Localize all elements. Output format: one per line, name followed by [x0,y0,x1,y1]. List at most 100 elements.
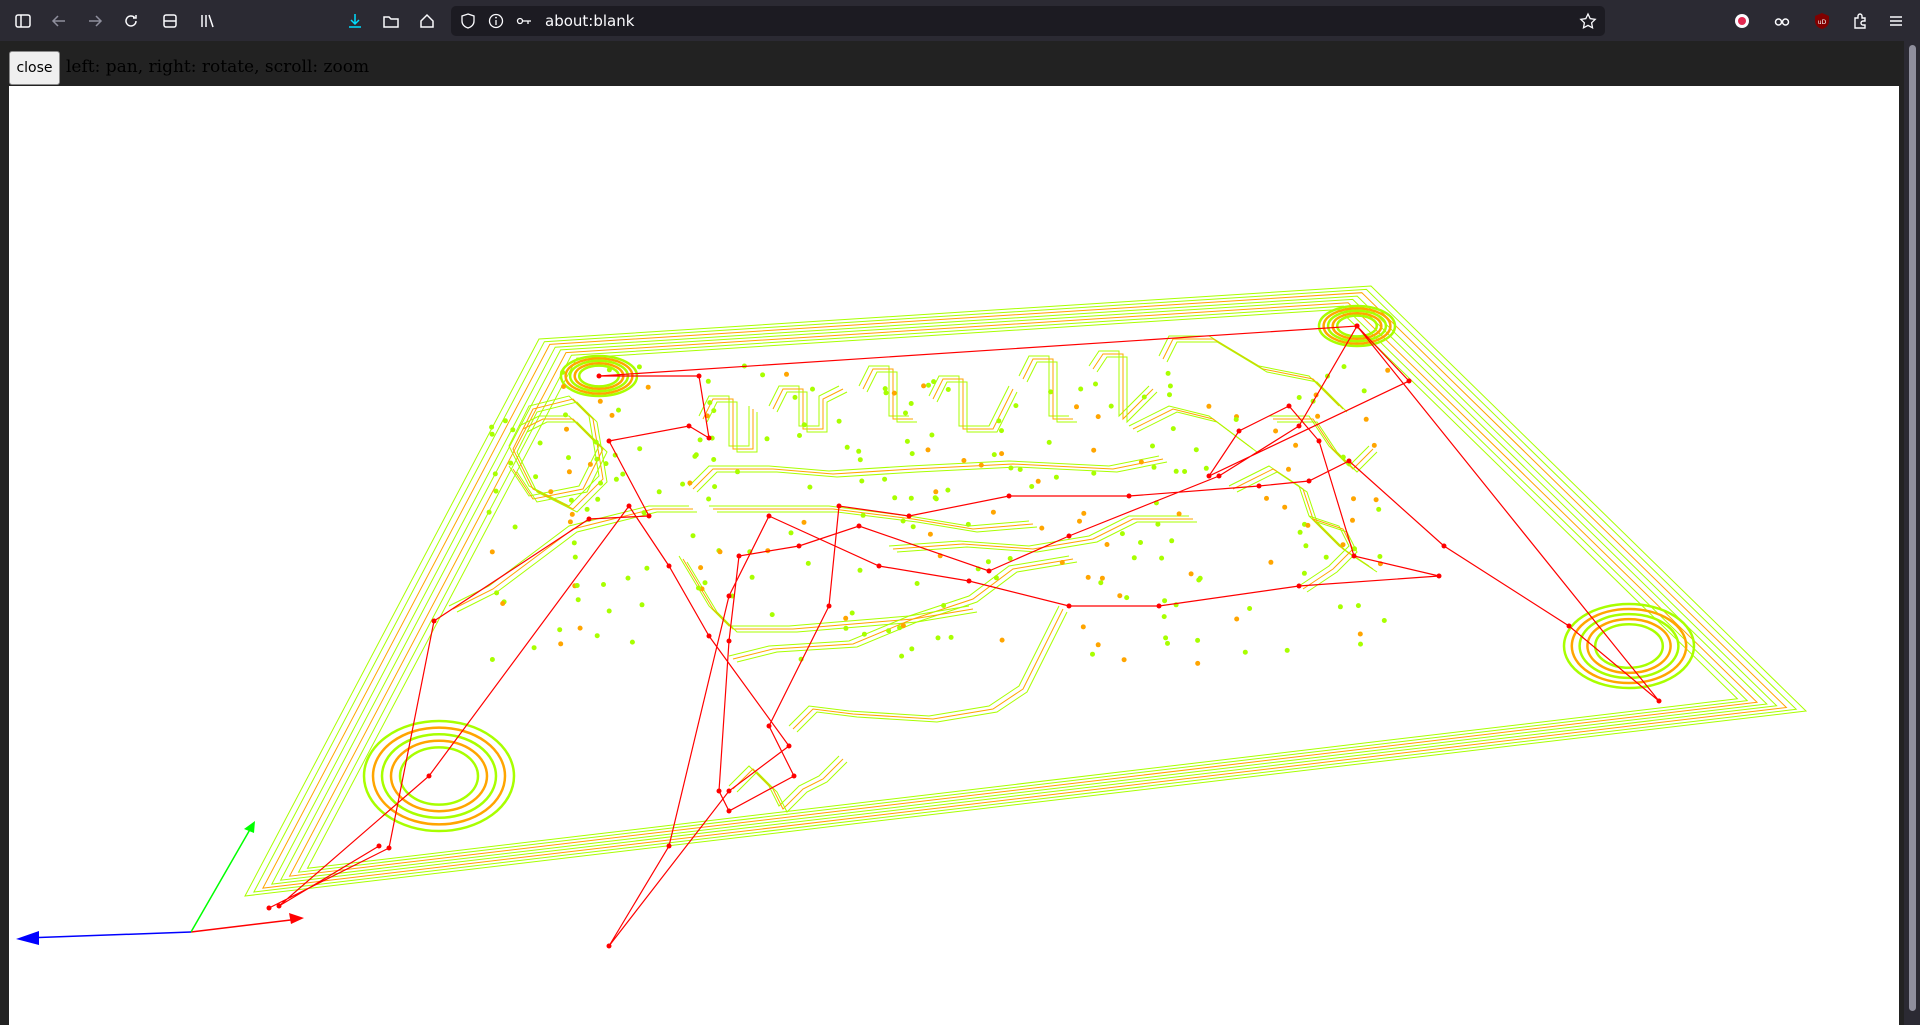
rapid-move-point [791,773,797,779]
privacy-icon[interactable] [1768,7,1796,35]
toolpath-point [1195,660,1201,666]
toolpath-point [1301,570,1307,576]
toolpath-point [1008,465,1014,471]
toolpath-point [805,560,811,566]
toolpath-point [1355,603,1361,609]
toolpath-point [1091,447,1097,453]
toolpath-point [584,506,590,512]
trace-path [1018,355,1069,417]
rapid-move-point [796,543,802,549]
toolpath-point [1161,614,1167,620]
toolpath-point [925,447,931,453]
toolpath-point [910,524,916,530]
close-button[interactable]: close [9,51,60,85]
toolpath-point [1233,417,1239,422]
info-icon[interactable] [485,10,507,32]
rapid-move-point [1436,573,1442,579]
toolpath-point [792,394,798,400]
toolpath-point [1099,575,1105,581]
download-icon[interactable] [341,7,369,35]
toolpath-3d-view[interactable] [9,86,1899,1025]
rapid-move-point [1296,423,1302,429]
toolpath-point [978,462,984,468]
toolpath-point [926,382,931,388]
board-outline-loop [297,305,1749,873]
toolpath-point [1017,467,1023,472]
toolpath-point [1119,531,1125,537]
toolpath-point [712,484,718,490]
toolpath-point [1131,555,1137,561]
rapid-move-point [1066,533,1072,539]
toolpath-point [717,549,723,555]
toolpath-point [1358,641,1363,647]
toolpath-point [965,521,971,527]
toolpath-point [1340,542,1346,548]
toolpath-point [1193,447,1199,453]
menu-icon[interactable] [1882,7,1910,35]
toolpath-point [1091,470,1097,476]
toolpath-point [572,554,578,560]
toolpath-point [577,625,583,631]
toolpath-point [1303,543,1309,549]
trace-toolpaths [448,335,1378,813]
home-icon[interactable] [413,7,441,35]
library-icon[interactable] [193,7,221,35]
rapid-move-point [726,808,732,814]
page-content: close left: pan, right: rotate, scroll: … [0,41,1904,1025]
toolpath-point [985,559,991,565]
rapid-move-point [376,843,382,849]
folder-icon[interactable] [377,7,405,35]
rapid-move-point [906,513,912,519]
toolpath-point [620,471,626,477]
toolpath-point [1242,649,1248,655]
toolpath-point [690,533,696,539]
toolpath-point [1074,404,1079,410]
toolpath-point [931,379,937,385]
toolpath-point [861,631,867,637]
rapid-move-point [766,513,772,519]
bookmark-star-icon[interactable] [1577,10,1599,32]
reload-icon[interactable] [117,7,145,35]
puzzle-icon[interactable] [1846,7,1874,35]
toolpath-point [1162,598,1168,604]
toolpath-point [629,639,635,645]
toolpath-point [705,378,711,384]
rapid-move-point [686,423,692,429]
scrollbar-thumb[interactable] [1909,45,1916,1011]
toolpath-point [566,455,571,461]
url-bar[interactable]: about:blank [451,6,1605,36]
toolpath-point [637,446,643,452]
extension-icon[interactable] [1728,7,1756,35]
toolpath-point [587,461,593,467]
rapid-move-point [1066,603,1072,609]
trace-path [732,608,974,660]
permissions-icon[interactable] [513,10,535,32]
mounting-hole-ring [371,726,507,826]
toolpath-point [1315,413,1321,419]
url-text[interactable]: about:blank [545,12,634,30]
toolpath-point [594,633,600,639]
ublock-icon[interactable]: uD [1808,7,1836,35]
pocket-icon[interactable] [156,7,184,35]
sidebar-icon[interactable] [9,7,37,35]
toolpath-point [566,469,572,475]
toolpath-point [784,371,789,377]
shield-icon[interactable] [457,10,479,32]
toolpath-point [856,448,862,454]
toolpath-point [1117,593,1123,599]
toolpath-viewport[interactable] [9,86,1899,1025]
toolpath-point [1167,383,1173,389]
z-axis [24,931,192,939]
toolpath-point [1377,554,1383,559]
toolpath-point [1337,604,1343,610]
toolpath-point [1090,651,1095,657]
scrollbar[interactable] [1905,41,1920,1025]
rapid-move-point [266,905,272,911]
rapid-move-point [1156,603,1162,609]
rapid-move-point [836,503,842,509]
trace-path [1166,341,1348,413]
toolpath-point [1351,496,1356,502]
browser-toolbar: about:blank uD [0,0,1920,41]
back-icon[interactable] [45,7,73,35]
forward-icon[interactable] [81,7,109,35]
